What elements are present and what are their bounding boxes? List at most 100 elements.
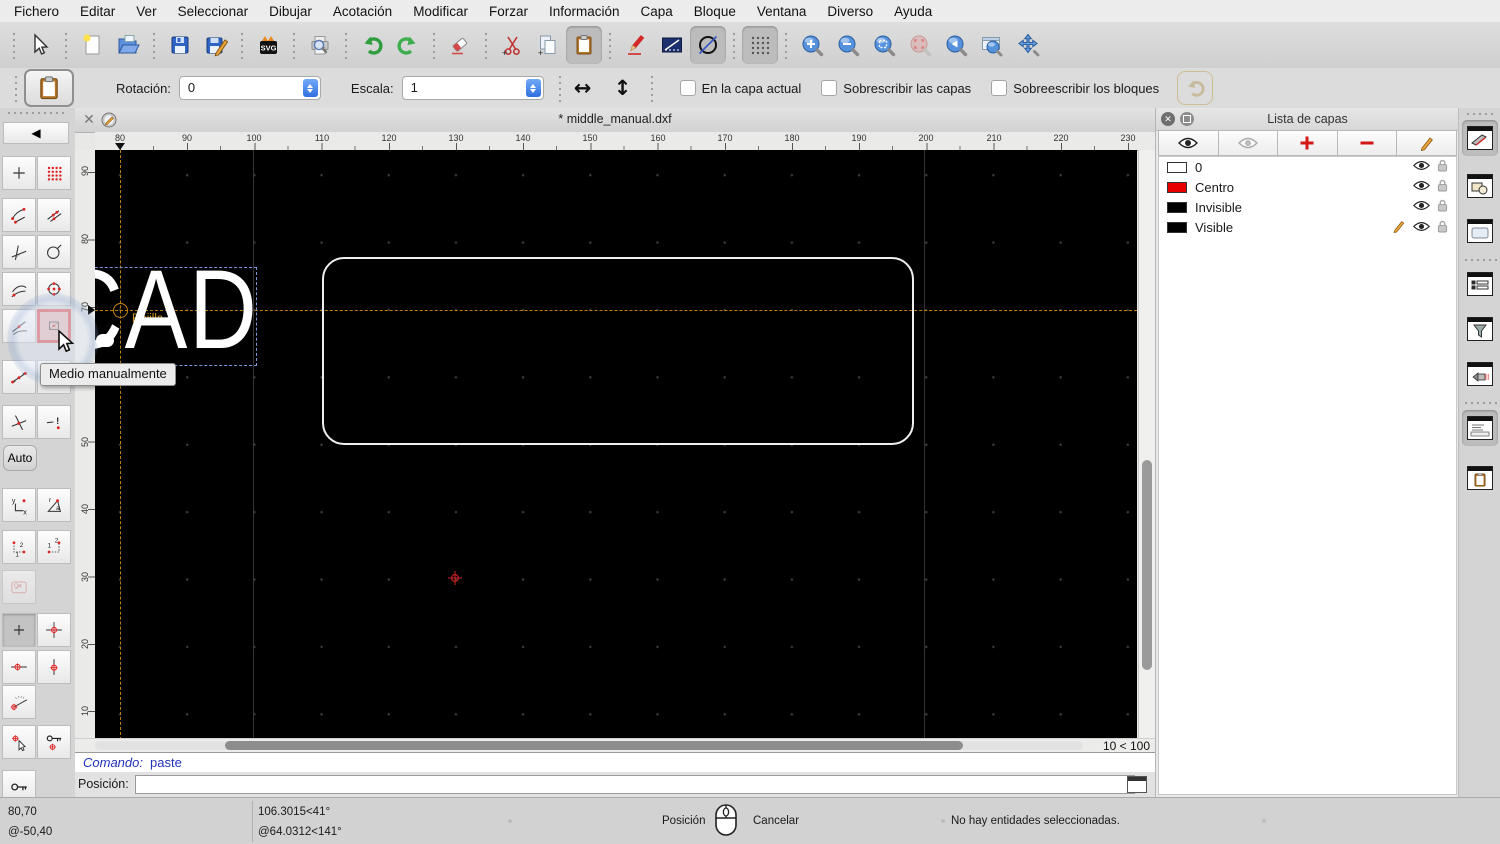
- eye-icon[interactable]: [1413, 160, 1430, 171]
- layer-row-invisible[interactable]: Invisible: [1159, 197, 1456, 217]
- zoom-out-button[interactable]: [830, 26, 866, 64]
- menu-ventana[interactable]: Ventana: [757, 4, 807, 19]
- zoom-previous-button[interactable]: [938, 26, 974, 64]
- save-as-button[interactable]: [198, 26, 234, 64]
- menu-dibujar[interactable]: Dibujar: [269, 4, 312, 19]
- menu-editar[interactable]: Editar: [80, 4, 115, 19]
- eraser-button[interactable]: [442, 26, 478, 64]
- restrict-horizontal-button[interactable]: [2, 650, 36, 684]
- menu-capa[interactable]: Capa: [641, 4, 673, 19]
- zoom-pan-button[interactable]: [1010, 26, 1046, 64]
- menu-diverso[interactable]: Diverso: [827, 4, 873, 19]
- pencil-icon[interactable]: [1392, 219, 1406, 233]
- position-input[interactable]: [135, 775, 1135, 794]
- checkbox-overwrite-blocks[interactable]: Sobreescribir los bloques: [991, 80, 1159, 96]
- lock-icon[interactable]: [1437, 199, 1448, 212]
- eye-icon[interactable]: [1413, 180, 1430, 191]
- zoom-auto-button[interactable]: [866, 26, 902, 64]
- remove-layer-button[interactable]: [1338, 130, 1398, 156]
- snap-circle-button[interactable]: [37, 235, 71, 269]
- redo-button[interactable]: [390, 26, 426, 64]
- layer-color-swatch[interactable]: [1167, 162, 1187, 173]
- angle-snap-button[interactable]: [2, 685, 36, 719]
- toolbar-handle[interactable]: [14, 74, 18, 102]
- snap-endpoints-button[interactable]: [2, 198, 36, 232]
- lock-icon[interactable]: [1437, 159, 1448, 172]
- edit-layer-button[interactable]: [1397, 130, 1457, 156]
- restrict-orthogonal-button[interactable]: [37, 613, 71, 647]
- checkbox-icon[interactable]: [680, 80, 696, 96]
- print-preview-button[interactable]: [302, 26, 338, 64]
- snap-grid-button[interactable]: [37, 156, 71, 190]
- layer-row-centro[interactable]: Centro: [1159, 177, 1456, 197]
- layer-list-widget-button[interactable]: [1462, 120, 1498, 156]
- lock-icon[interactable]: [1437, 220, 1448, 233]
- checkbox-icon[interactable]: [821, 80, 837, 96]
- menu-bloque[interactable]: Bloque: [694, 4, 736, 19]
- rounded-rectangle-entity[interactable]: [322, 257, 914, 445]
- scrollbar-thumb[interactable]: [225, 741, 963, 750]
- drawing-window-titlebar[interactable]: ✕ * middle_manual.dxf: [75, 108, 1155, 133]
- rotation-combobox[interactable]: 0: [179, 76, 321, 100]
- eye-icon[interactable]: [1413, 221, 1430, 232]
- eye-icon[interactable]: [1413, 200, 1430, 211]
- open-file-button[interactable]: [110, 26, 146, 64]
- save-button[interactable]: [162, 26, 198, 64]
- undo-button[interactable]: [354, 26, 390, 64]
- pointer-button[interactable]: [22, 26, 58, 64]
- scale-combobox[interactable]: 1: [402, 76, 544, 100]
- copy-button[interactable]: +: [530, 26, 566, 64]
- snap-on-entity-button[interactable]: [37, 198, 71, 232]
- grid-toggle-button[interactable]: [742, 26, 778, 64]
- menu-forzar[interactable]: Forzar: [489, 4, 528, 19]
- layer-panel-titlebar[interactable]: ✕ Lista de capas: [1156, 108, 1459, 131]
- layer-color-swatch[interactable]: [1167, 222, 1187, 233]
- line-tool-button[interactable]: [654, 26, 690, 64]
- add-layer-button[interactable]: [1278, 130, 1338, 156]
- checkbox-icon[interactable]: [991, 80, 1007, 96]
- layer-row-visible[interactable]: Visible: [1159, 217, 1456, 237]
- draw-pencil-button[interactable]: [618, 26, 654, 64]
- checkbox-current-layer[interactable]: En la capa actual: [680, 80, 802, 96]
- stepper-icon[interactable]: [303, 79, 318, 97]
- layer-row-0[interactable]: 0: [1159, 157, 1456, 177]
- pen-toolbar-widget-button[interactable]: [1462, 356, 1498, 392]
- restrict-indicator-button[interactable]: [2, 570, 36, 604]
- snap-intersection-button[interactable]: [2, 405, 36, 439]
- keyboard-toggle-icon[interactable]: [1127, 776, 1147, 793]
- snap-intersection-manual-button[interactable]: !: [37, 405, 71, 439]
- lock-icon[interactable]: [1437, 179, 1448, 192]
- hide-all-layers-button[interactable]: [1219, 130, 1279, 156]
- paste-tool-button[interactable]: [24, 69, 74, 107]
- zoom-in-button[interactable]: [794, 26, 830, 64]
- selection-filter-widget-button[interactable]: [1462, 311, 1498, 347]
- menu-modificar[interactable]: Modificar: [413, 4, 468, 19]
- new-file-button[interactable]: [74, 26, 110, 64]
- ellipse-tool-button[interactable]: [690, 26, 726, 64]
- menu-informacion[interactable]: Información: [549, 4, 620, 19]
- restrict-nothing-button[interactable]: [2, 613, 36, 647]
- horizontal-scrollbar[interactable]: [95, 741, 1083, 750]
- menu-fichero[interactable]: Fichero: [14, 4, 59, 19]
- show-all-layers-button[interactable]: [1158, 130, 1219, 156]
- corner-snap-2-button[interactable]: 12: [37, 530, 71, 564]
- layer-color-swatch[interactable]: [1167, 202, 1187, 213]
- snap-auto-button[interactable]: Auto: [3, 445, 37, 471]
- flip-vertical-button[interactable]: ↕: [608, 73, 638, 103]
- menu-acotacion[interactable]: Acotación: [333, 4, 392, 19]
- vertical-scrollbar[interactable]: [1138, 150, 1155, 740]
- lock-relative-zero-button[interactable]: [37, 725, 71, 759]
- paste-button[interactable]: [566, 26, 602, 64]
- library-widget-button[interactable]: [1462, 213, 1498, 249]
- flip-horizontal-button[interactable]: ↔: [568, 73, 598, 103]
- clipboard-widget-button[interactable]: [1462, 460, 1498, 496]
- stepper-icon[interactable]: [526, 79, 541, 97]
- command-line-widget-button[interactable]: [1462, 410, 1498, 446]
- restrict-vertical-button[interactable]: [37, 650, 71, 684]
- drawing-canvas[interactable]: Rejilla CAD: [95, 150, 1137, 740]
- snap-perpendicular-button[interactable]: [2, 235, 36, 269]
- menu-seleccionar[interactable]: Seleccionar: [178, 4, 249, 19]
- layer-color-swatch[interactable]: [1167, 182, 1187, 193]
- coordinate-cartesian-button[interactable]: yx: [2, 488, 36, 522]
- block-list-widget-button[interactable]: [1462, 168, 1498, 204]
